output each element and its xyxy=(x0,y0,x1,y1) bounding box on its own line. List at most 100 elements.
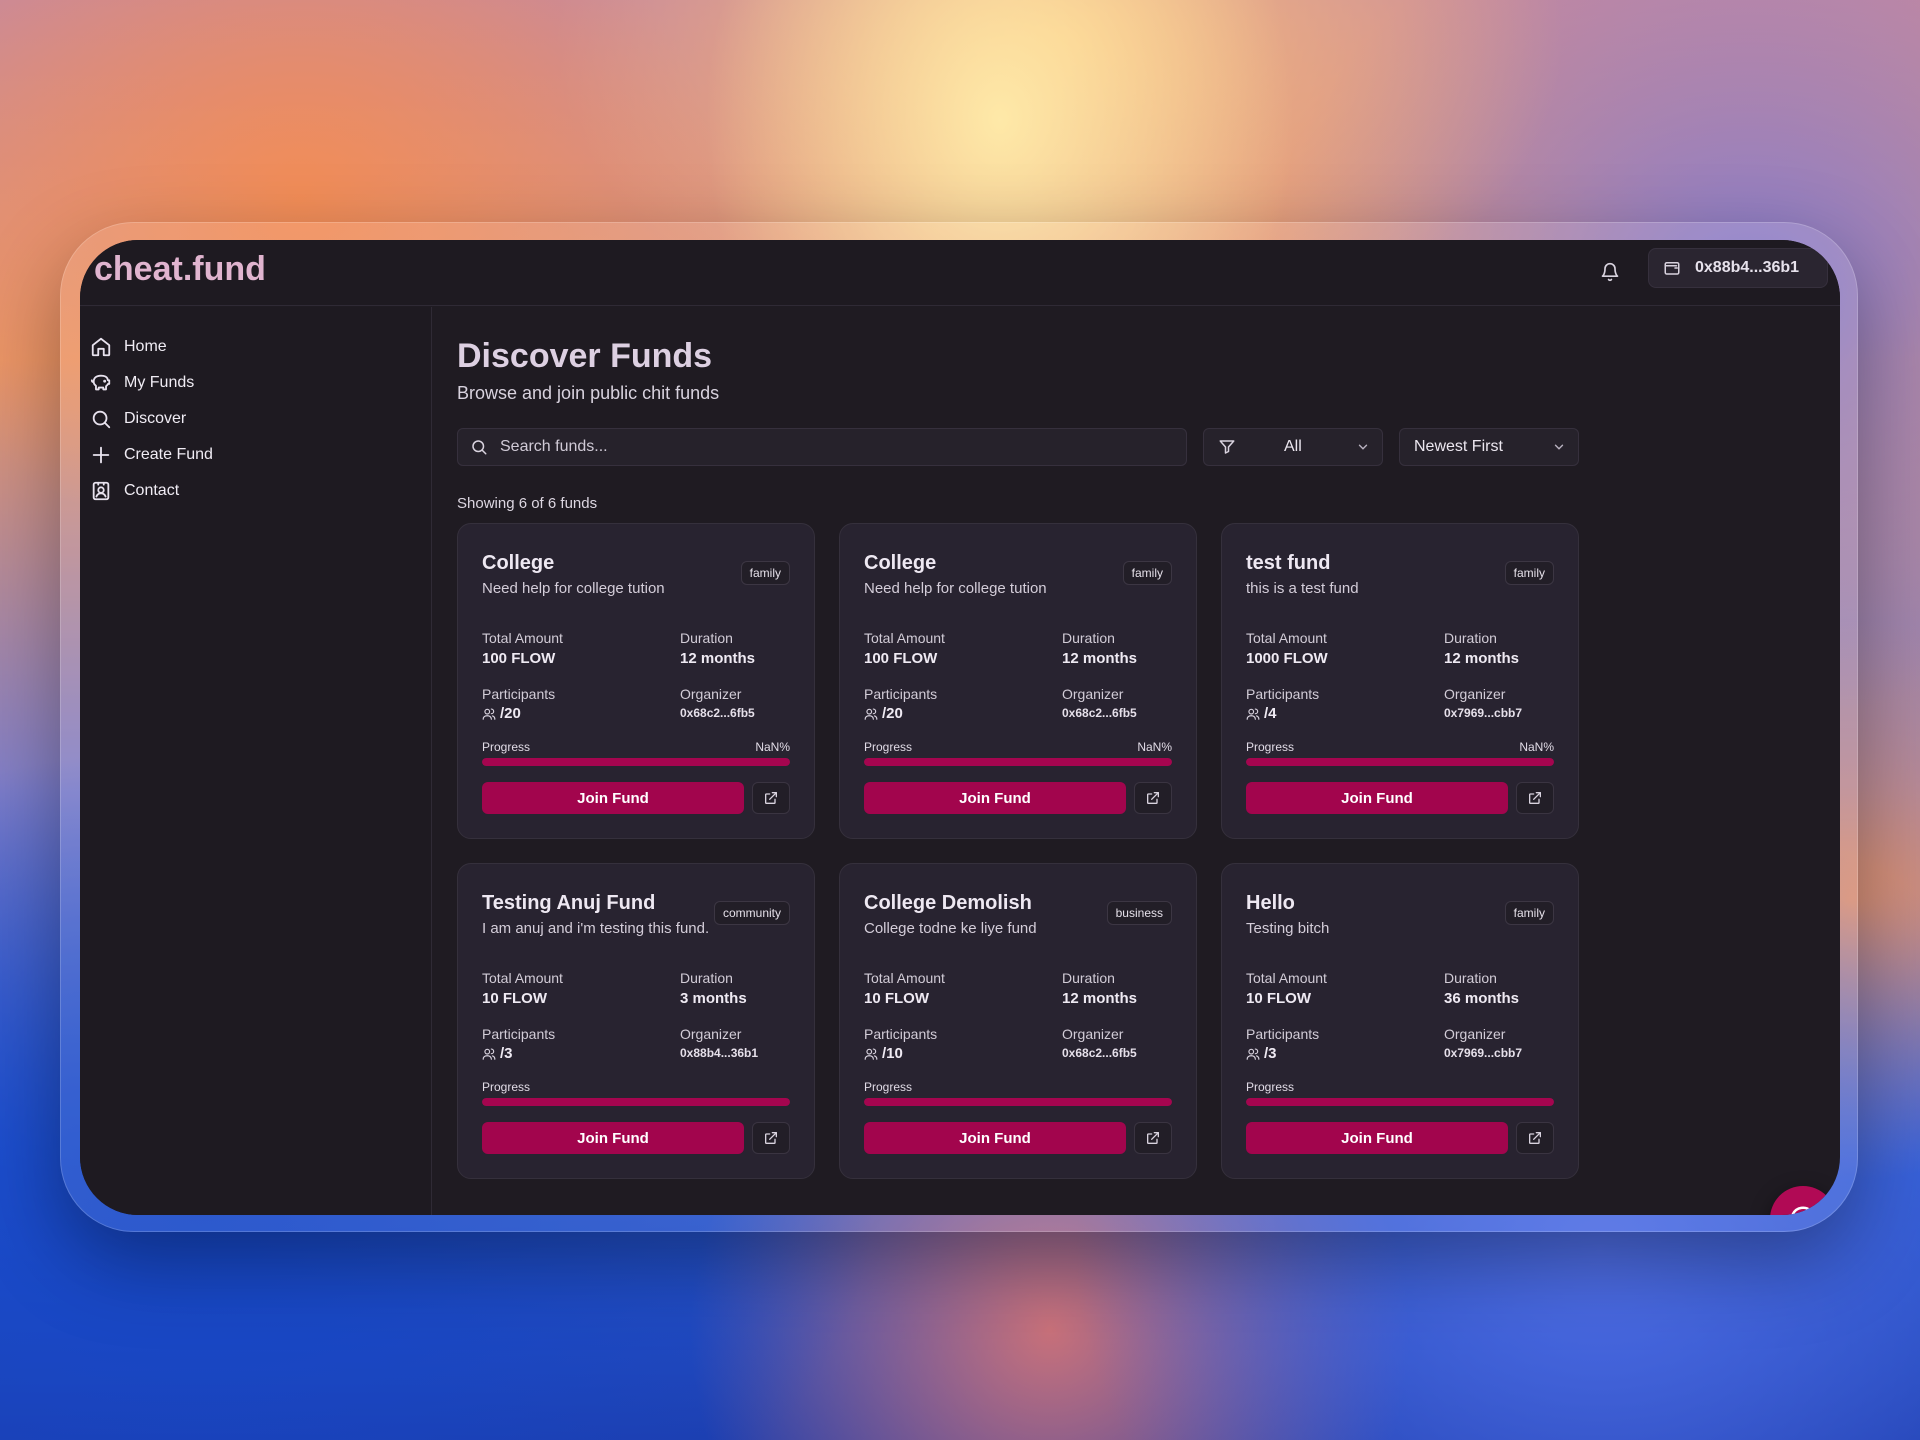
external-link-icon xyxy=(1147,792,1159,804)
sidebar-item-my-funds[interactable]: My Funds xyxy=(90,367,410,399)
total-amount-label: Total Amount xyxy=(1246,630,1327,646)
external-link-icon xyxy=(1529,792,1541,804)
join-fund-button[interactable]: Join Fund xyxy=(864,1122,1126,1154)
open-fund-button[interactable] xyxy=(1516,782,1554,814)
external-link-icon xyxy=(1529,1132,1541,1144)
fund-card: Hello Testing bitch family Total Amount … xyxy=(1221,863,1579,1179)
fund-category-badge: business xyxy=(1106,901,1172,925)
total-amount-label: Total Amount xyxy=(482,630,563,646)
duration-value: 12 months xyxy=(1444,650,1520,667)
fund-title: Hello xyxy=(1246,892,1295,914)
duration-value: 12 months xyxy=(1062,990,1138,1007)
chevron-down-icon xyxy=(1358,444,1368,450)
progress-bar xyxy=(1246,758,1554,766)
duration-label: Duration xyxy=(1444,970,1497,986)
category-filter-select[interactable]: All xyxy=(1203,428,1383,466)
participants-label: Participants xyxy=(1246,686,1320,702)
users-icon xyxy=(864,1047,878,1060)
sidebar-item-discover[interactable]: Discover xyxy=(90,403,410,435)
organizer-label: Organizer xyxy=(1062,1026,1124,1042)
sidebar-item-label: My Funds xyxy=(124,374,195,391)
participants-count: /4 xyxy=(1264,705,1277,722)
progress-value: NaN% xyxy=(1519,740,1554,754)
search-icon xyxy=(92,410,111,429)
join-fund-button[interactable]: Join Fund xyxy=(482,782,744,814)
external-link-icon xyxy=(765,792,777,804)
organizer-address: 0x68c2...6fb5 xyxy=(1062,706,1137,720)
sidebar-item-label: Create Fund xyxy=(124,446,213,463)
join-fund-button[interactable]: Join Fund xyxy=(482,1122,744,1154)
progress-label: Progress xyxy=(482,740,531,754)
progress-bar-fill xyxy=(864,1098,1172,1106)
total-amount-label: Total Amount xyxy=(864,970,945,986)
open-fund-button[interactable] xyxy=(752,782,790,814)
open-fund-button[interactable] xyxy=(752,1122,790,1154)
fund-card: College Demolish College todne ke liye f… xyxy=(839,863,1197,1179)
participants-value: /20 xyxy=(864,705,903,722)
fund-description: this is a test fund xyxy=(1246,580,1359,597)
organizer-label: Organizer xyxy=(1444,686,1506,702)
duration-label: Duration xyxy=(680,630,733,646)
sidebar-item-create-fund[interactable]: Create Fund xyxy=(90,439,410,471)
wallet-button[interactable]: 0x88b4...36b1 xyxy=(1648,248,1828,288)
progress-bar-fill xyxy=(1246,1098,1554,1106)
brand-logo[interactable]: cheat.fund xyxy=(94,250,266,289)
sidebar-item-home[interactable]: Home xyxy=(90,331,410,363)
sidebar-item-contact[interactable]: Contact xyxy=(90,475,410,507)
participants-label: Participants xyxy=(864,1026,938,1042)
progress-value: NaN% xyxy=(1137,740,1172,754)
page-subtitle: Browse and join public chit funds xyxy=(457,383,720,403)
join-fund-button[interactable]: Join Fund xyxy=(864,782,1126,814)
join-fund-button[interactable]: Join Fund xyxy=(1246,782,1508,814)
wallet-address: 0x88b4...36b1 xyxy=(1695,259,1800,276)
progress-bar-fill xyxy=(1246,758,1554,766)
fund-category-badge: family xyxy=(1122,561,1172,585)
notifications-button[interactable] xyxy=(1594,256,1626,288)
organizer-label: Organizer xyxy=(1062,686,1124,702)
fund-category-badge: family xyxy=(1504,561,1554,585)
open-fund-button[interactable] xyxy=(1134,782,1172,814)
search-box[interactable] xyxy=(457,428,1187,466)
fund-title: College xyxy=(482,552,555,574)
fund-card: test fund this is a test fund family Tot… xyxy=(1221,523,1579,839)
open-fund-button[interactable] xyxy=(1516,1122,1554,1154)
fund-description: College todne ke liye fund xyxy=(864,920,1037,937)
search-input[interactable] xyxy=(500,438,1140,456)
fund-card: College Need help for college tution fam… xyxy=(839,523,1197,839)
fund-card: College Need help for college tution fam… xyxy=(457,523,815,839)
progress-bar xyxy=(1246,1098,1554,1106)
sort-value: Newest First xyxy=(1414,438,1503,455)
sidebar-item-label: Contact xyxy=(124,482,180,499)
participants-count: /3 xyxy=(500,1045,513,1062)
participants-count: /20 xyxy=(500,705,521,722)
users-icon xyxy=(1246,1047,1260,1060)
sidebar: Home My Funds Discover Create Fund Conta… xyxy=(80,307,432,1215)
organizer-label: Organizer xyxy=(680,686,742,702)
home-icon xyxy=(91,337,111,357)
total-amount-label: Total Amount xyxy=(864,630,945,646)
progress-value: NaN% xyxy=(755,740,790,754)
open-fund-button[interactable] xyxy=(1134,1122,1172,1154)
fund-category-badge: family xyxy=(1504,901,1554,925)
progress-bar xyxy=(864,1098,1172,1106)
duration-label: Duration xyxy=(1062,970,1115,986)
duration-label: Duration xyxy=(1062,630,1115,646)
progress-bar-fill xyxy=(864,758,1172,766)
contact-icon xyxy=(92,481,110,501)
total-amount-value: 100 FLOW xyxy=(482,650,556,667)
duration-value: 3 months xyxy=(680,990,747,1007)
participants-label: Participants xyxy=(482,1026,556,1042)
chat-button[interactable] xyxy=(1770,1186,1836,1215)
users-icon xyxy=(1246,707,1260,720)
participants-count: /20 xyxy=(882,705,903,722)
participants-value: /4 xyxy=(1246,705,1277,722)
filter-value: All xyxy=(1284,438,1302,455)
chevron-down-icon xyxy=(1554,444,1564,450)
progress-bar xyxy=(482,758,790,766)
sort-select[interactable]: Newest First xyxy=(1399,428,1579,466)
join-fund-button[interactable]: Join Fund xyxy=(1246,1122,1508,1154)
fund-description: Need help for college tution xyxy=(482,580,665,597)
chat-icon xyxy=(1791,1206,1815,1215)
filter-icon xyxy=(1219,440,1235,454)
fund-title: College Demolish xyxy=(864,892,1032,914)
